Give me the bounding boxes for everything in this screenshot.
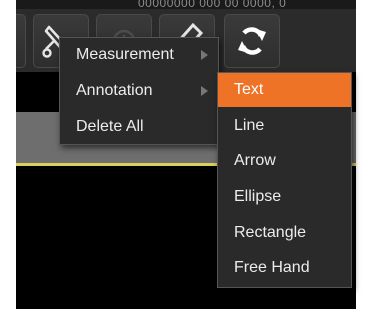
- refresh-icon: [238, 27, 266, 55]
- submenu-item-label: Line: [234, 117, 265, 134]
- submenu-arrow-icon: [201, 50, 208, 60]
- menu-item-delete-all[interactable]: Delete All: [60, 111, 218, 143]
- context-menu: Measurement Annotation Delete All: [59, 37, 219, 145]
- submenu-item-label: Arrow: [234, 152, 276, 169]
- menu-item-label: Annotation: [76, 82, 153, 99]
- submenu-item-label: Ellipse: [234, 188, 282, 205]
- submenu-item-label: Rectangle: [234, 224, 307, 241]
- submenu-item-label: Text: [234, 81, 264, 98]
- submenu-item-free-hand[interactable]: Free Hand: [218, 251, 351, 285]
- title-strip-text: 00000000 000 00 0000, 0: [138, 0, 287, 9]
- menu-item-label: Delete All: [76, 118, 144, 135]
- menu-item-label: Measurement: [76, 46, 174, 63]
- submenu-item-ellipse[interactable]: Ellipse: [218, 180, 351, 214]
- toolbar-partial-button[interactable]: [16, 14, 26, 68]
- menu-item-measurement[interactable]: Measurement: [60, 39, 218, 71]
- submenu-item-text[interactable]: Text: [218, 73, 351, 107]
- submenu-item-line[interactable]: Line: [218, 109, 351, 143]
- menu-item-annotation[interactable]: Annotation: [60, 75, 218, 107]
- submenu-arrow-icon: [201, 86, 208, 96]
- refresh-button[interactable]: [224, 14, 280, 68]
- submenu-item-arrow[interactable]: Arrow: [218, 144, 351, 178]
- submenu-item-rectangle[interactable]: Rectangle: [218, 216, 351, 250]
- submenu-item-label: Free Hand: [234, 259, 310, 276]
- title-strip: 00000000 000 00 0000, 0: [16, 0, 356, 9]
- annotation-submenu: Text Line Arrow Ellipse Rectangle Free H…: [217, 72, 352, 288]
